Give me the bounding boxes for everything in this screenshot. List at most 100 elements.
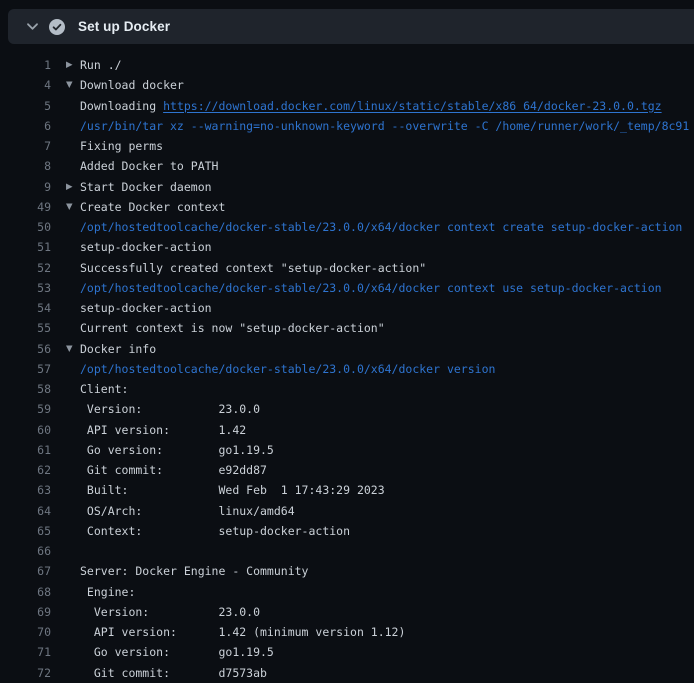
log-line-text: Go version: go1.19.5 bbox=[80, 440, 274, 460]
log-line-text: /usr/bin/tar xz --warning=no-unknown-key… bbox=[80, 116, 689, 136]
marker-spacer bbox=[66, 420, 80, 440]
plain-text: Start Docker daemon bbox=[80, 180, 212, 194]
marker-spacer bbox=[66, 217, 80, 237]
log-line: 62 Git commit: e92dd87 bbox=[0, 460, 694, 480]
marker-spacer bbox=[66, 116, 80, 136]
log-line-number[interactable]: 57 bbox=[0, 359, 51, 379]
log-line-text: Fixing perms bbox=[80, 136, 163, 156]
log-line-number[interactable]: 1 bbox=[0, 55, 51, 75]
marker-spacer bbox=[66, 541, 80, 561]
plain-text: Client: bbox=[80, 382, 128, 396]
marker-spacer bbox=[66, 359, 80, 379]
log-group-line[interactable]: 49▼Create Docker context bbox=[0, 197, 694, 217]
plain-text: Git commit: e92dd87 bbox=[80, 463, 267, 477]
log-line: 51setup-docker-action bbox=[0, 237, 694, 257]
marker-spacer bbox=[66, 561, 80, 581]
log-line-number[interactable]: 69 bbox=[0, 602, 51, 622]
plain-text: API version: 1.42 (minimum version 1.12) bbox=[80, 625, 405, 639]
log-line: 5 Downloading https://download.docker.com… bbox=[0, 96, 694, 116]
log-line-text: Successfully created context "setup-dock… bbox=[80, 258, 426, 278]
log-line: 72 Git commit: d7573ab bbox=[0, 663, 694, 683]
marker-spacer bbox=[66, 602, 80, 622]
log-line-number[interactable]: 51 bbox=[0, 237, 51, 257]
log-line: 68 Engine: bbox=[0, 582, 694, 602]
log-line-number[interactable]: 72 bbox=[0, 663, 51, 683]
marker-spacer bbox=[66, 399, 80, 419]
log-line-text: Download docker bbox=[80, 75, 184, 95]
log-line-number[interactable]: 7 bbox=[0, 136, 51, 156]
log-line-number[interactable]: 8 bbox=[0, 156, 51, 176]
log-line-number[interactable]: 56 bbox=[0, 339, 51, 359]
log-line-number[interactable]: 66 bbox=[0, 541, 51, 561]
log-line-number[interactable]: 52 bbox=[0, 258, 51, 278]
log-line-number[interactable]: 71 bbox=[0, 642, 51, 662]
command-text: /opt/hostedtoolcache/docker-stable/23.0.… bbox=[80, 220, 682, 234]
log-line-text: Git commit: e92dd87 bbox=[80, 460, 267, 480]
log-group-line[interactable]: 4 ▼Download docker bbox=[0, 75, 694, 95]
plain-text: Run ./ bbox=[80, 58, 122, 72]
plain-text: Built: Wed Feb 1 17:43:29 2023 bbox=[80, 483, 385, 497]
log-line: 67Server: Docker Engine - Community bbox=[0, 561, 694, 581]
step-header[interactable]: Set up Docker bbox=[8, 9, 694, 44]
log-line-number[interactable]: 53 bbox=[0, 278, 51, 298]
log-line-number[interactable]: 5 bbox=[0, 96, 51, 116]
plain-text: Successfully created context "setup-dock… bbox=[80, 261, 426, 275]
log-group-line[interactable]: 56▼Docker info bbox=[0, 339, 694, 359]
group-collapsed-icon[interactable]: ▶ bbox=[66, 55, 80, 75]
log-line-number[interactable]: 63 bbox=[0, 480, 51, 500]
log-line-number[interactable]: 68 bbox=[0, 582, 51, 602]
log-line-number[interactable]: 4 bbox=[0, 75, 51, 95]
log-line-text: /opt/hostedtoolcache/docker-stable/23.0.… bbox=[80, 359, 495, 379]
log-line-text: Go version: go1.19.5 bbox=[80, 642, 274, 662]
log-line-number[interactable]: 70 bbox=[0, 622, 51, 642]
log-container: 1▶Run ./4▼Download docker5Downloading ht… bbox=[0, 55, 694, 683]
log-line-number[interactable]: 6 bbox=[0, 116, 51, 136]
log-line-number[interactable]: 50 bbox=[0, 217, 51, 237]
log-line-number[interactable]: 9 bbox=[0, 177, 51, 197]
log-line: 64 OS/Arch: linux/amd64 bbox=[0, 501, 694, 521]
command-text: /opt/hostedtoolcache/docker-stable/23.0.… bbox=[80, 362, 495, 376]
marker-spacer bbox=[66, 379, 80, 399]
log-line-text: Version: 23.0.0 bbox=[80, 602, 260, 622]
step-success-icon bbox=[49, 19, 65, 35]
log-line-number[interactable]: 49 bbox=[0, 197, 51, 217]
log-line-number[interactable]: 65 bbox=[0, 521, 51, 541]
log-line-number[interactable]: 64 bbox=[0, 501, 51, 521]
group-collapsed-icon[interactable]: ▶ bbox=[66, 177, 80, 197]
plain-text: Downloading bbox=[80, 99, 163, 113]
plain-text: Added Docker to PATH bbox=[80, 159, 218, 173]
log-line-text: Engine: bbox=[80, 582, 135, 602]
marker-spacer bbox=[66, 440, 80, 460]
plain-text: Current context is now "setup-docker-act… bbox=[80, 321, 385, 335]
log-group-line[interactable]: 1 ▶Run ./ bbox=[0, 55, 694, 75]
log-line: 57/opt/hostedtoolcache/docker-stable/23.… bbox=[0, 359, 694, 379]
marker-spacer bbox=[66, 298, 80, 318]
log-group-line[interactable]: 9 ▶Start Docker daemon bbox=[0, 177, 694, 197]
marker-spacer bbox=[66, 521, 80, 541]
log-line-text: Client: bbox=[80, 379, 128, 399]
plain-text: Engine: bbox=[80, 585, 135, 599]
command-text: /opt/hostedtoolcache/docker-stable/23.0.… bbox=[80, 281, 662, 295]
log-line: 52 Successfully created context "setup-do… bbox=[0, 258, 694, 278]
log-line-number[interactable]: 61 bbox=[0, 440, 51, 460]
log-line-number[interactable]: 60 bbox=[0, 420, 51, 440]
log-line-number[interactable]: 54 bbox=[0, 298, 51, 318]
log-line: 63 Built: Wed Feb 1 17:43:29 2023 bbox=[0, 480, 694, 500]
group-expanded-icon[interactable]: ▼ bbox=[66, 197, 80, 217]
chevron-down-icon[interactable] bbox=[26, 20, 39, 33]
log-line-number[interactable]: 55 bbox=[0, 318, 51, 338]
log-line: 53/opt/hostedtoolcache/docker-stable/23.… bbox=[0, 278, 694, 298]
log-line-number[interactable]: 62 bbox=[0, 460, 51, 480]
group-expanded-icon[interactable]: ▼ bbox=[66, 339, 80, 359]
log-link[interactable]: https://download.docker.com/linux/static… bbox=[163, 99, 662, 113]
log-line-number[interactable]: 59 bbox=[0, 399, 51, 419]
group-expanded-icon[interactable]: ▼ bbox=[66, 75, 80, 95]
plain-text: Version: 23.0.0 bbox=[80, 605, 260, 619]
marker-spacer bbox=[66, 136, 80, 156]
log-lines: 1▶Run ./4▼Download docker5Downloading ht… bbox=[0, 55, 694, 683]
log-line: 69 Version: 23.0.0 bbox=[0, 602, 694, 622]
log-line-number[interactable]: 58 bbox=[0, 379, 51, 399]
plain-text: Download docker bbox=[80, 78, 184, 92]
log-line-number[interactable]: 67 bbox=[0, 561, 51, 581]
log-line-text: Context: setup-docker-action bbox=[80, 521, 350, 541]
